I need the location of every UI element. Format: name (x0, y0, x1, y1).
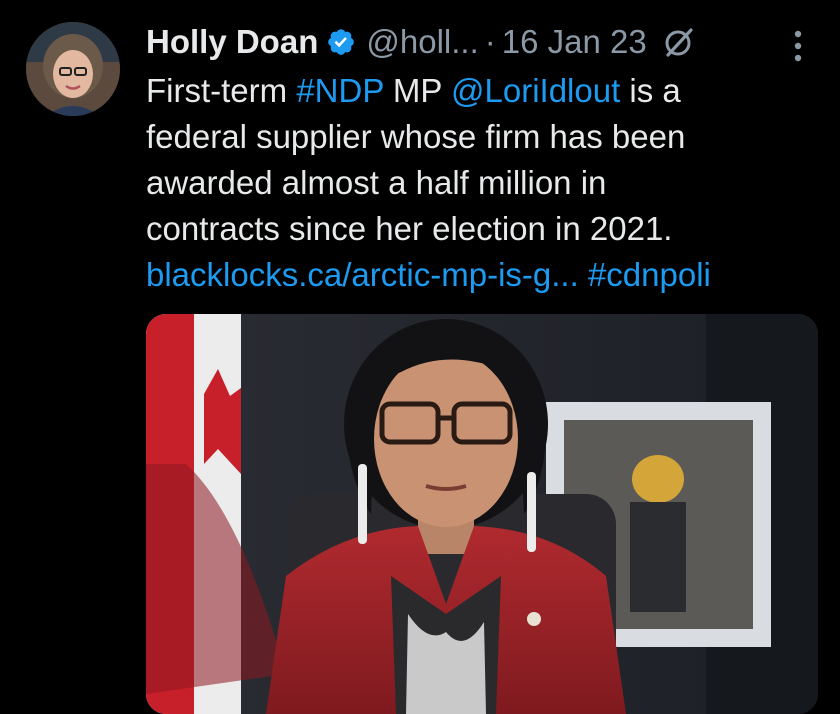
tweet-text-line-1: First-term #NDP MP @LoriIdlout is a (146, 68, 818, 114)
author-handle[interactable]: @holl... (366, 18, 478, 66)
header-separator: · (484, 23, 496, 60)
tweet-text-line-5: blacklocks.ca/arctic-mp-is-g... #cdnpoli (146, 252, 818, 298)
photo-of-woman-speaking (146, 314, 818, 714)
author-avatar[interactable] (26, 22, 120, 116)
text-segment: First-term (146, 72, 297, 109)
tweet-media-image[interactable] (146, 314, 818, 714)
hashtag-cdnpoli[interactable]: #cdnpoli (588, 256, 711, 293)
more-options-icon[interactable] (782, 26, 814, 66)
article-link[interactable]: blacklocks.ca/arctic-mp-is-g... (146, 256, 579, 293)
text-segment: is a (620, 72, 681, 109)
text-segment: MP (383, 72, 451, 109)
grok-icon[interactable] (661, 24, 697, 60)
tweet-text-line-4: contracts since her election in 2021. (146, 210, 673, 247)
avatar-image (26, 22, 120, 116)
tweet[interactable]: Holly Doan @holl... · 16 Jan 23 First-te… (0, 0, 840, 714)
mention-lori-idlout[interactable]: @LoriIdlout (451, 72, 620, 109)
tweet-text-line-3: awarded almost a half million in (146, 164, 607, 201)
author-display-name[interactable]: Holly Doan (146, 18, 318, 66)
tweet-date[interactable]: 16 Jan 23 (502, 18, 647, 66)
tweet-text-line-2: federal supplier whose firm has been (146, 118, 686, 155)
verified-badge-icon[interactable] (326, 27, 356, 57)
hashtag-ndp[interactable]: #NDP (296, 72, 383, 109)
tweet-header: Holly Doan @holl... · 16 Jan 23 (146, 18, 697, 66)
tweet-text: First-term #NDP MP @LoriIdlout is a fede… (146, 68, 818, 298)
text-segment (579, 256, 588, 293)
